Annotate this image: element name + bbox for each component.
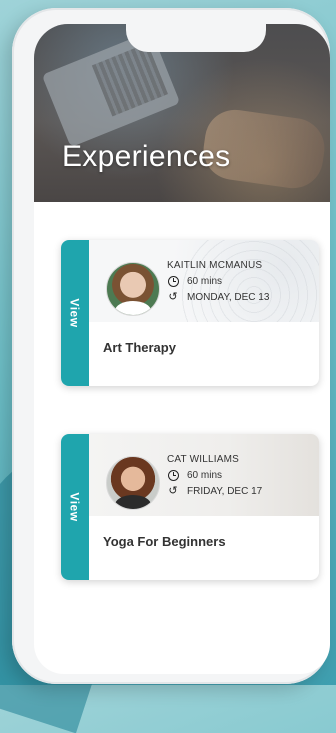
phone-notch	[126, 24, 266, 52]
view-button-label: View	[68, 492, 83, 522]
view-button[interactable]: View	[61, 240, 89, 386]
duration-text: 60 mins	[187, 275, 223, 287]
duration-text: 60 mins	[187, 469, 223, 481]
clock-icon	[167, 469, 179, 481]
card-info: CAT WILLIAMS 60 mins ↺ FRIDAY, DEC 17	[167, 454, 262, 501]
date-text: MONDAY, DEC 13	[187, 291, 270, 303]
history-icon: ↺	[168, 290, 178, 303]
experience-card[interactable]: View CAT WILLIAMS 60 mins ↺ FRIDAY, DEC …	[61, 434, 319, 580]
app-screen: Experiences View KAITLIN MCMANUS 60 mins…	[34, 24, 330, 674]
host-name: CAT WILLIAMS	[167, 454, 240, 465]
experience-title: Art Therapy	[103, 340, 176, 355]
host-avatar	[106, 262, 160, 316]
phone-frame: Experiences View KAITLIN MCMANUS 60 mins…	[12, 8, 330, 684]
host-avatar	[106, 456, 160, 510]
card-info: KAITLIN MCMANUS 60 mins ↺ MONDAY, DEC 13	[167, 260, 269, 307]
experience-title: Yoga For Beginners	[103, 534, 226, 549]
date-text: FRIDAY, DEC 17	[187, 485, 263, 497]
host-name: KAITLIN MCMANUS	[167, 260, 263, 271]
clock-icon	[167, 275, 179, 287]
page-title: Experiences	[62, 140, 231, 173]
history-icon: ↺	[168, 484, 178, 497]
experience-card[interactable]: View KAITLIN MCMANUS 60 mins ↺ MONDAY, D…	[61, 240, 319, 386]
view-button[interactable]: View	[61, 434, 89, 580]
view-button-label: View	[68, 298, 83, 328]
